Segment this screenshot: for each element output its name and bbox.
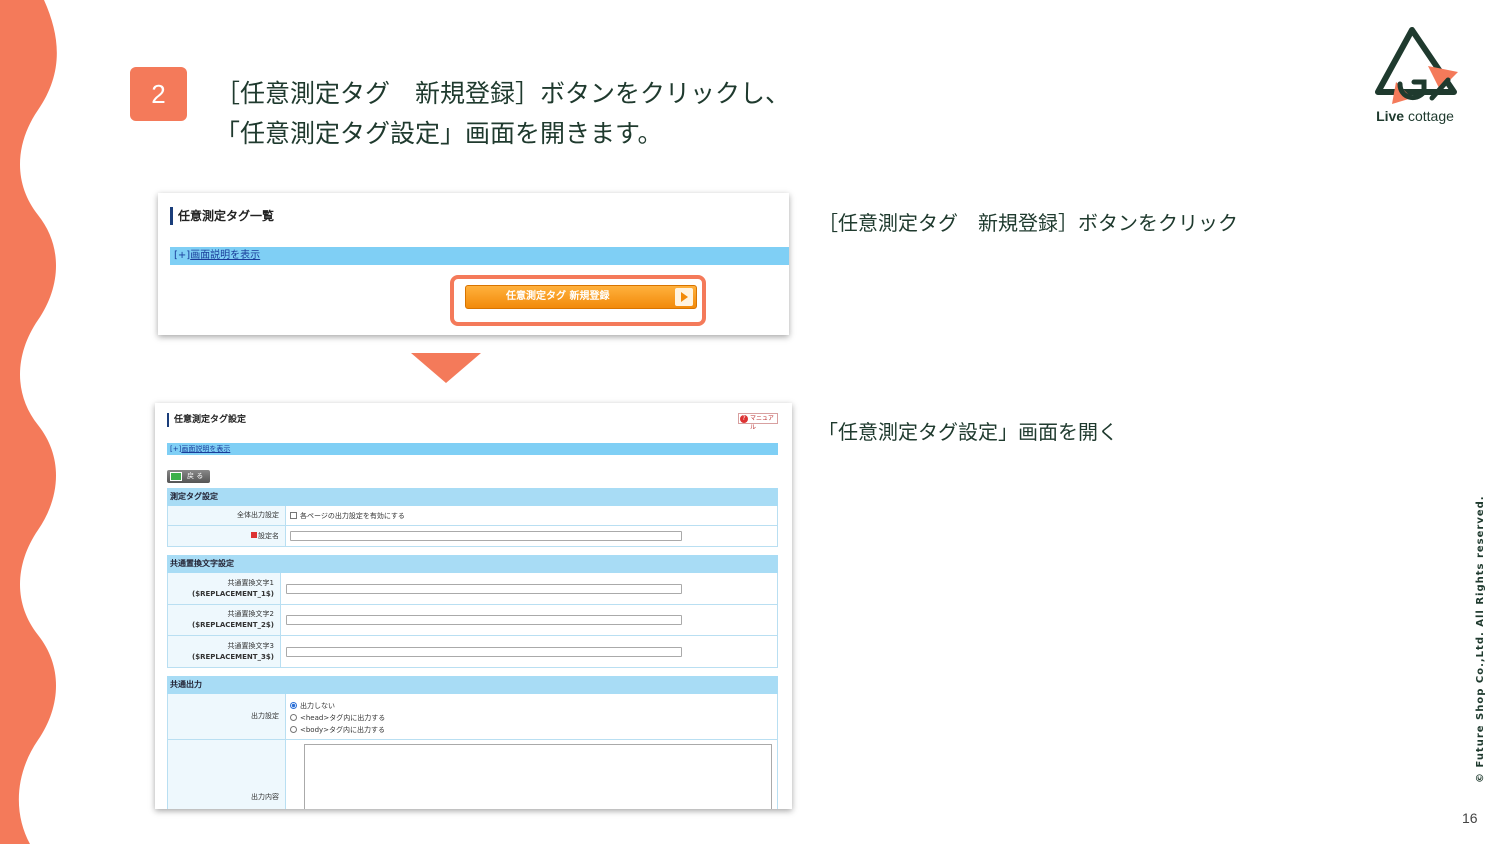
back-icon [170, 472, 182, 481]
tag-settings-screenshot: 任意測定タグ設定 ? マニュアル [+]画面説明を表示 戻 る 測定タグ設定 全… [155, 403, 792, 809]
replacement-name-2: 共通置換文字2 [227, 610, 274, 618]
copyright-notice: © Future Shop Co.,Ltd. All Rights reserv… [1475, 495, 1486, 783]
replacement-value-2 [286, 605, 777, 635]
replacement-code-2: ($REPLACEMENT_2$) [192, 621, 274, 629]
output-setting-row: 出力設定 出力しない <head>タグ内に出力する <body>タグ内に出力する [167, 694, 778, 740]
tag-list-screenshot: 任意測定タグ一覧 [+]画面説明を表示 任意測定タグ 新規登録 [158, 193, 789, 335]
section-replace-chars: 共通置換文字設定 [167, 555, 778, 573]
global-output-label: 全体出力設定 [168, 506, 286, 525]
replacement-row-3: 共通置換文字3 ($REPLACEMENT_3$) [167, 636, 778, 668]
play-arrow-icon [675, 288, 693, 306]
global-output-value: 各ページの出力設定を有効にする [290, 506, 777, 525]
output-content-row: 出力内容 [167, 740, 778, 809]
replacement-input-1[interactable] [286, 583, 682, 594]
output-setting-value: 出力しない <head>タグ内に出力する <body>タグ内に出力する [290, 694, 777, 739]
caption-click-button: ［任意測定タグ 新規登録］ボタンをクリック [818, 211, 1238, 235]
global-output-row: 全体出力設定 各ページの出力設定を有効にする [167, 506, 778, 526]
logo-text-bold: Live [1376, 108, 1405, 124]
replacement-input-2[interactable] [286, 615, 682, 625]
setting-name-input[interactable] [290, 531, 682, 541]
replacement-row-1: 共通置換文字1 ($REPLACEMENT_1$) [167, 573, 778, 605]
manual-button[interactable]: ? マニュアル [738, 413, 778, 431]
radio-button-selected[interactable] [290, 702, 297, 709]
radio-button[interactable] [290, 714, 297, 721]
logo-wordmark: Live cottage [1360, 108, 1470, 124]
output-option-none-label: 出力しない [300, 701, 335, 710]
replacement-code-3: ($REPLACEMENT_3$) [192, 652, 274, 661]
replacement-label-1: 共通置換文字1 ($REPLACEMENT_1$) [168, 573, 281, 604]
slide-headline: ［任意測定タグ 新規登録］ボタンをクリックし、 「任意測定タグ設定」画面を開きま… [215, 74, 790, 154]
new-tag-register-button[interactable]: 任意測定タグ 新規登録 [465, 285, 697, 309]
show-description-link[interactable]: 画面説明を表示 [190, 250, 260, 261]
info-prefix: [+] [170, 445, 182, 453]
info-prefix: [+] [174, 250, 191, 261]
setting-name-value [290, 526, 777, 546]
headline-line-2: 「任意測定タグ設定」画面を開きます。 [215, 119, 663, 148]
decorative-wave-border [0, 0, 57, 844]
logo-text-rest: cottage [1404, 108, 1454, 124]
output-option-body[interactable]: <body>タグ内に出力する [290, 725, 385, 735]
section-measure-tag: 測定タグ設定 [167, 488, 778, 506]
setting-name-label: 設定名 [258, 531, 279, 540]
step-number-badge: 2 [130, 67, 187, 121]
required-icon [251, 531, 257, 538]
replacement-input-3[interactable] [286, 646, 682, 657]
global-output-checkbox[interactable] [290, 512, 297, 519]
show-description-link[interactable]: 画面説明を表示 [181, 445, 230, 453]
new-tag-register-label: 任意測定タグ 新規登録 [506, 291, 610, 302]
replacement-code-1: ($REPLACEMENT_1$) [192, 589, 274, 598]
replacement-name-3: 共通置換文字3 [227, 641, 274, 650]
manual-label: マニュアル [750, 415, 774, 431]
caption-open-screen: 「任意測定タグ設定」画面を開く [818, 420, 1118, 444]
output-option-head[interactable]: <head>タグ内に出力する [290, 713, 385, 723]
output-option-head-label: <head>タグ内に出力する [300, 713, 386, 722]
info-bar: [+]画面説明を表示 [170, 247, 789, 265]
setting-name-label-cell: 設定名 [168, 526, 286, 546]
replacement-name-1: 共通置換文字1 [227, 578, 274, 587]
output-option-none[interactable]: 出力しない [290, 701, 385, 711]
replacement-label-3: 共通置換文字3 ($REPLACEMENT_3$) [168, 636, 281, 667]
replacement-row-2: 共通置換文字2 ($REPLACEMENT_2$) [167, 605, 778, 636]
headline-line-1: ［任意測定タグ 新規登録］ボタンをクリックし、 [215, 79, 791, 108]
radio-button[interactable] [290, 726, 297, 733]
global-output-checkbox-label: 各ページの出力設定を有効にする [300, 511, 405, 520]
output-option-body-label: <body>タグ内に出力する [300, 725, 386, 734]
replacement-value-1 [286, 573, 777, 604]
tag-settings-title: 任意測定タグ設定 [167, 413, 246, 427]
info-bar: [+]画面説明を表示 [167, 443, 778, 455]
back-label: 戻 る [187, 472, 204, 480]
back-button[interactable]: 戻 る [167, 470, 210, 483]
tag-list-title: 任意測定タグ一覧 [170, 207, 274, 225]
page-number: 16 [1462, 810, 1478, 826]
replacement-value-3 [286, 636, 777, 667]
output-options: 出力しない <head>タグ内に出力する <body>タグ内に出力する [290, 699, 385, 735]
output-content-label: 出力内容 [168, 740, 286, 809]
section-common-output: 共通出力 [167, 676, 778, 694]
output-content-textarea[interactable] [304, 744, 772, 809]
setting-name-row: 設定名 [167, 526, 778, 547]
output-setting-label: 出力設定 [168, 694, 286, 739]
replacement-label-2: 共通置換文字2 ($REPLACEMENT_2$) [168, 605, 281, 635]
down-arrow-icon [411, 353, 481, 383]
help-icon: ? [740, 415, 748, 423]
